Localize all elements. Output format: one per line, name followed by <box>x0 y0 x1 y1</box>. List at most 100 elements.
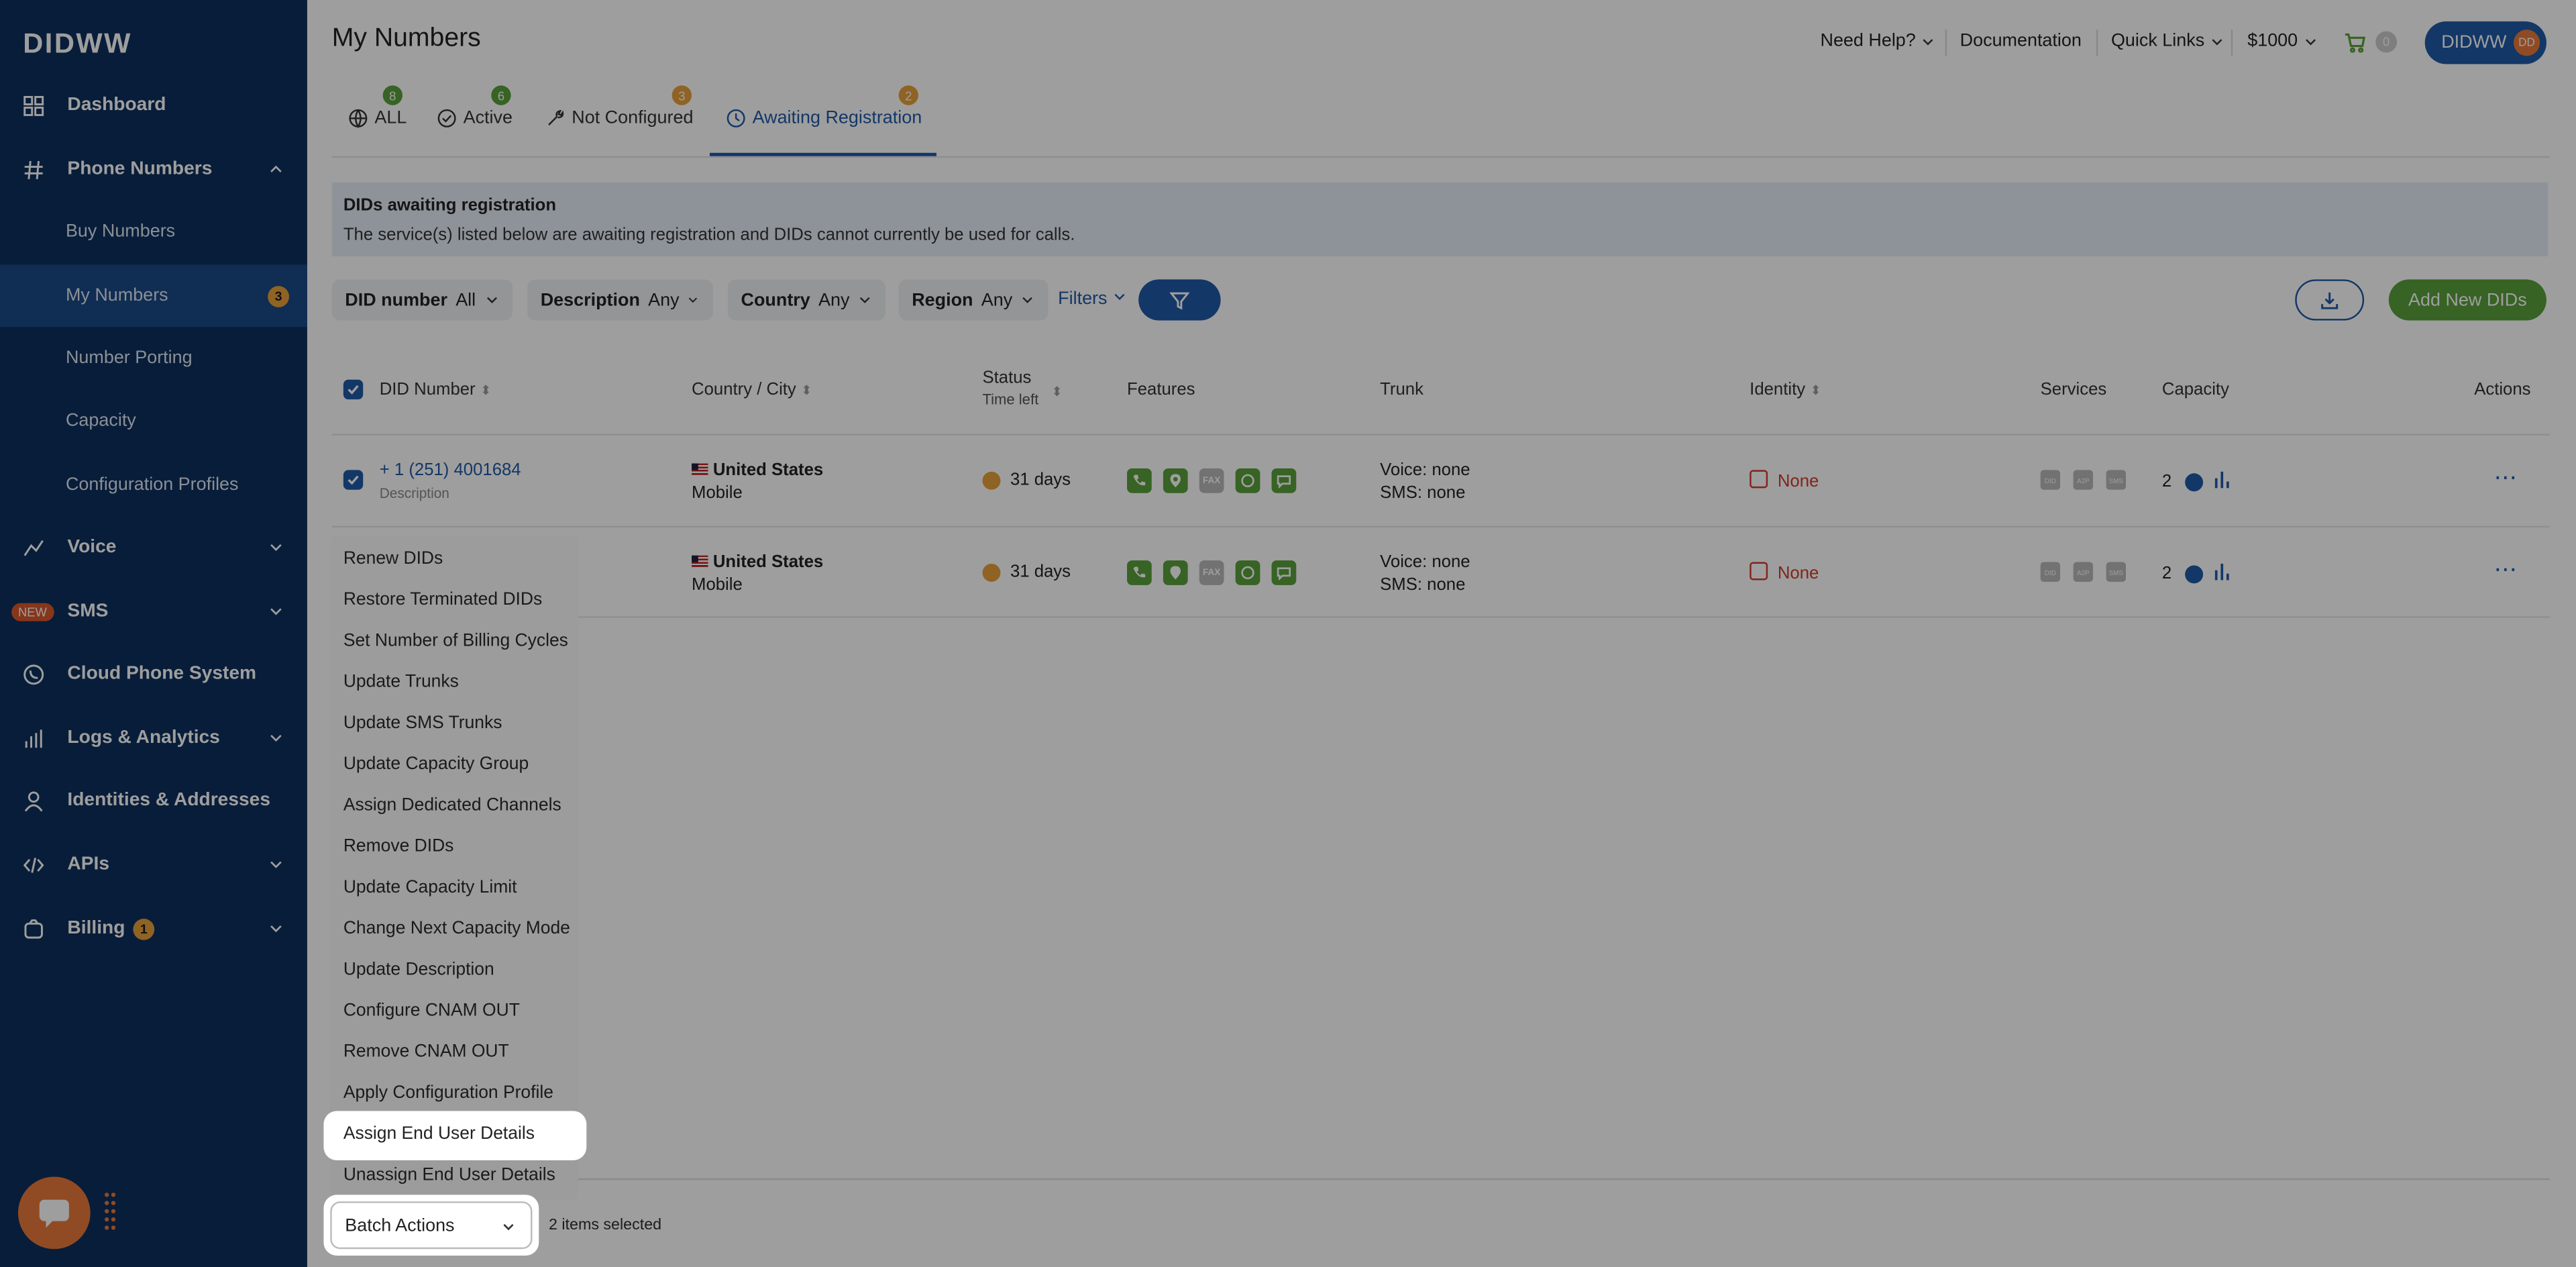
menu-item-update-capacity-limit[interactable]: Update Capacity Limit <box>343 878 517 897</box>
notice-text: The service(s) listed below are awaiting… <box>343 225 1075 245</box>
sidebar-sub-buy-numbers[interactable]: Buy Numbers <box>0 201 307 263</box>
did-number-link[interactable]: + 1 (251) 4001684 <box>380 460 521 480</box>
add-new-dids-button[interactable]: Add New DIDs <box>2388 279 2546 321</box>
quick-links-menu[interactable]: Quick Links <box>2111 32 2224 51</box>
menu-item-remove-cnam-out[interactable]: Remove CNAM OUT <box>343 1042 509 1062</box>
batch-actions-label: Batch Actions <box>345 1215 455 1235</box>
sidebar-item-logs-analytics[interactable]: Logs & Analytics <box>0 707 307 769</box>
tab-count-badge: 8 <box>382 85 403 105</box>
balance-menu[interactable]: $1000 <box>2247 32 2317 51</box>
documentation-link[interactable]: Documentation <box>1960 32 2082 51</box>
menu-item-assign-end-user-details-highlighted[interactable]: Assign End User Details <box>343 1124 535 1144</box>
capacity-chart-icon[interactable] <box>2212 562 2231 580</box>
column-header-country[interactable]: Country / City ⬍ <box>692 380 812 399</box>
sort-icon[interactable]: ⬍ <box>1046 381 1062 401</box>
footer-divider <box>331 1178 2550 1180</box>
menu-item-set-number-of-billing-cycles[interactable]: Set Number of Billing Cycles <box>343 631 568 650</box>
sidebar-item-voice[interactable]: Voice <box>0 516 307 578</box>
column-header-services: Services <box>2040 379 2107 400</box>
download-button[interactable] <box>2295 279 2365 321</box>
grid-icon <box>21 94 44 117</box>
column-header-status[interactable]: Status Time left <box>983 368 1039 408</box>
sidebar-sub-label: Buy Numbers <box>65 221 176 242</box>
row-actions-button[interactable]: ⋯ <box>2494 557 2517 580</box>
identity-value: None <box>1777 471 1819 492</box>
tab-active[interactable]: 6 Active <box>437 85 513 128</box>
chat-button[interactable] <box>17 1176 91 1250</box>
sidebar-sub-number-porting[interactable]: Number Porting <box>0 327 307 389</box>
need-help-menu[interactable]: Need Help? <box>1820 32 1935 51</box>
drag-handle-icon[interactable] <box>103 1192 117 1231</box>
download-icon <box>2321 291 2339 309</box>
menu-item-change-next-capacity-mode[interactable]: Change Next Capacity Mode <box>343 919 570 938</box>
fax-feature-icon: FAX <box>1199 560 1224 585</box>
tab-all[interactable]: 8 ALL <box>348 85 407 129</box>
column-sublabel: Time left <box>982 391 1039 408</box>
code-icon <box>21 853 44 876</box>
check-icon <box>347 385 359 395</box>
identity-card-icon <box>1750 470 1768 489</box>
filter-value: Any <box>648 290 680 310</box>
divider <box>1945 30 1947 56</box>
tab-label: ALL <box>374 108 407 129</box>
sidebar-sub-capacity[interactable]: Capacity <box>0 389 307 452</box>
table-divider <box>331 525 2550 528</box>
sidebar: DIDWW Dashboard Phone Numbers Buy Number… <box>0 0 307 1267</box>
select-all-checkbox[interactable] <box>343 379 364 400</box>
sms-service-icon: SMS <box>2106 470 2127 490</box>
menu-item-assign-dedicated-channels[interactable]: Assign Dedicated Channels <box>343 795 561 815</box>
capacity-chart-icon[interactable] <box>2212 470 2231 489</box>
hash-icon <box>21 158 44 181</box>
menu-item-update-trunks[interactable]: Update Trunks <box>343 672 459 692</box>
cart-button[interactable]: 0 <box>2345 31 2398 53</box>
chevron-down-icon <box>1022 297 1033 303</box>
row-actions-button[interactable]: ⋯ <box>2494 465 2517 488</box>
filter-did-number[interactable]: DID number All <box>331 279 513 321</box>
sidebar-item-identities-addresses[interactable]: Identities & Addresses <box>0 769 307 831</box>
sidebar-item-billing[interactable]: Billing 1 <box>0 897 307 960</box>
apply-filter-button[interactable] <box>1138 279 1221 321</box>
sidebar-sub-my-numbers[interactable]: My Numbers 3 <box>0 264 307 327</box>
account-label: DIDWW <box>2441 32 2507 53</box>
did-description[interactable]: Description <box>380 485 449 501</box>
menu-item-update-sms-trunks[interactable]: Update SMS Trunks <box>343 713 502 733</box>
sidebar-item-label: Billing <box>67 918 125 939</box>
menu-item-restore-terminated-dids[interactable]: Restore Terminated DIDs <box>343 590 542 609</box>
menu-item-remove-dids[interactable]: Remove DIDs <box>343 837 454 856</box>
need-help-label: Need Help? <box>1820 31 1916 51</box>
column-header-actions: Actions <box>2474 379 2531 400</box>
menu-item-update-description[interactable]: Update Description <box>343 960 494 979</box>
menu-item-unassign-end-user-details[interactable]: Unassign End User Details <box>343 1165 555 1184</box>
divider <box>2231 30 2233 56</box>
clock-icon <box>727 109 745 128</box>
column-header-identity[interactable]: Identity ⬍ <box>1750 380 1821 399</box>
a2p-service-icon: A2P <box>2073 470 2094 490</box>
sidebar-item-dashboard[interactable]: Dashboard <box>0 74 307 136</box>
account-menu-button[interactable]: DIDWW DD <box>2424 21 2546 64</box>
menu-item-renew-dids[interactable]: Renew DIDs <box>343 549 443 568</box>
batch-actions-select[interactable]: Batch Actions <box>330 1201 533 1250</box>
sidebar-item-sms[interactable]: NEW SMS <box>0 580 307 642</box>
column-header-features: Features <box>1127 379 1195 400</box>
more-filters-link[interactable]: Filters <box>1058 289 1127 309</box>
tab-count-badge: 2 <box>898 85 918 105</box>
menu-item-update-capacity-group[interactable]: Update Capacity Group <box>343 754 529 774</box>
row-checkbox[interactable] <box>343 470 364 490</box>
trunk-voice: Voice: none <box>1380 460 1470 480</box>
filter-description[interactable]: Description Any <box>527 279 713 321</box>
sidebar-item-label: Phone Numbers <box>67 159 213 179</box>
filter-country[interactable]: Country Any <box>727 279 886 321</box>
column-header-did[interactable]: DID Number ⬍ <box>380 380 492 399</box>
tab-not-configured[interactable]: 3 Not Configured <box>545 85 693 128</box>
menu-item-apply-configuration-profile[interactable]: Apply Configuration Profile <box>343 1083 553 1103</box>
tab-awaiting-registration[interactable]: 2 Awaiting Registration <box>726 85 922 128</box>
sidebar-item-cloud-phone-system[interactable]: Cloud Phone System <box>0 643 307 705</box>
filter-region[interactable]: Region Any <box>898 279 1049 321</box>
column-header-capacity: Capacity <box>2161 379 2229 400</box>
identity-value: None <box>1777 564 1819 584</box>
sidebar-item-phone-numbers[interactable]: Phone Numbers <box>0 138 307 201</box>
menu-item-configure-cnam-out[interactable]: Configure CNAM OUT <box>343 1001 520 1020</box>
sidebar-item-apis[interactable]: APIs <box>0 833 307 896</box>
sidebar-sub-configuration-profiles[interactable]: Configuration Profiles <box>0 454 307 516</box>
count-badge: 1 <box>133 917 155 940</box>
